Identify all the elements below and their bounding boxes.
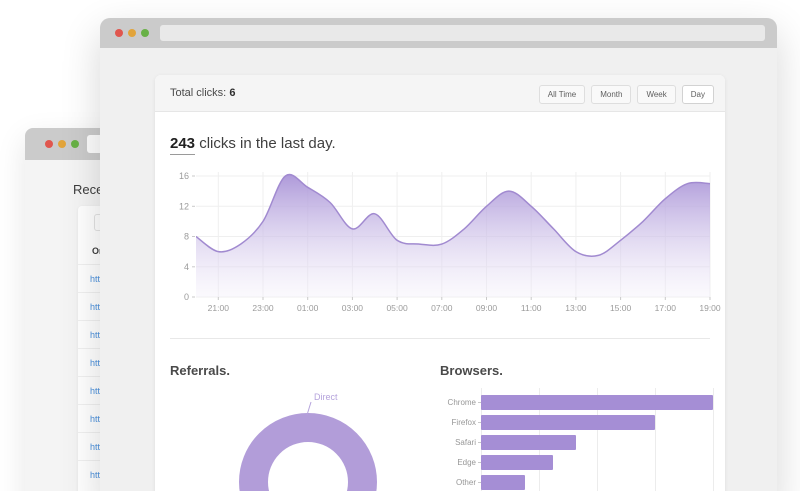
x-axis-label: 17:00 (655, 303, 677, 313)
y-axis-label: 8 (184, 232, 189, 242)
section-divider (170, 338, 710, 339)
clicks-area-series (196, 175, 710, 297)
total-clicks: Total clicks: 6 (170, 75, 235, 112)
bar-edge (481, 455, 553, 470)
browsers-title: Browsers. (440, 363, 503, 378)
clicks-count: 243 (170, 135, 195, 155)
minimize-button-icon[interactable] (128, 29, 136, 37)
zoom-button-icon[interactable] (71, 140, 79, 148)
card-header: Total clicks: 6 All Time Month Week Day (155, 75, 725, 112)
bar-row: Firefox (440, 415, 725, 430)
x-axis-label: 15:00 (610, 303, 632, 313)
bar-category-label: Other (440, 475, 476, 490)
front-browser-window: Total clicks: 6 All Time Month Week Day 243… (100, 18, 777, 491)
filter-button-month[interactable]: Month (591, 85, 631, 104)
bar-row: Safari (440, 435, 725, 450)
bar-category-label: Chrome (440, 395, 476, 410)
x-axis-label: 11:00 (521, 303, 542, 313)
bar-safari (481, 435, 576, 450)
y-axis-label: 12 (179, 201, 189, 211)
time-filter-group: All Time Month Week Day (533, 85, 714, 104)
close-button-icon[interactable] (115, 29, 123, 37)
referrals-title: Referrals. (170, 363, 230, 378)
bar-row: Chrome (440, 395, 725, 410)
y-axis-label: 4 (184, 262, 189, 272)
x-axis-label: 03:00 (342, 303, 364, 313)
donut-segment-label: Direct (314, 392, 338, 402)
bar-other (481, 475, 525, 490)
clicks-summary: 243 clicks in the last day. (170, 135, 336, 152)
y-axis-label: 0 (184, 292, 189, 302)
x-axis-label: 13:00 (565, 303, 587, 313)
close-button-icon[interactable] (45, 140, 53, 148)
bar-firefox (481, 415, 655, 430)
bar-category-label: Edge (440, 455, 476, 470)
bar-chrome (481, 395, 713, 410)
filter-button-week[interactable]: Week (637, 85, 675, 104)
clicks-summary-text: clicks in the last day. (195, 135, 336, 152)
x-axis-label: 19:00 (699, 303, 721, 313)
bar-row: Other (440, 475, 725, 490)
total-clicks-label: Total clicks: (170, 87, 226, 99)
donut-ring (254, 428, 363, 491)
filter-button-all-time[interactable]: All Time (539, 85, 585, 104)
zoom-button-icon[interactable] (141, 29, 149, 37)
x-axis-label: 01:00 (297, 303, 319, 313)
minimize-button-icon[interactable] (58, 140, 66, 148)
filter-button-day[interactable]: Day (682, 85, 714, 104)
x-axis-label: 07:00 (431, 303, 453, 313)
x-axis-label: 05:00 (386, 303, 408, 313)
front-url-bar[interactable] (160, 25, 765, 41)
bar-category-label: Firefox (440, 415, 476, 430)
front-window-titlebar (100, 18, 777, 48)
bar-row: Edge (440, 455, 725, 470)
page-background: Recent Search Original https:https:https… (0, 0, 800, 491)
browsers-bar-chart: Chrome Firefox Safari Edge Other (440, 388, 725, 491)
x-axis-label: 09:00 (476, 303, 498, 313)
total-clicks-value: 6 (229, 87, 235, 99)
y-axis-label: 16 (179, 171, 189, 181)
x-axis-label: 23:00 (252, 303, 274, 313)
x-axis-label: 21:00 (208, 303, 230, 313)
analytics-card: Total clicks: 6 All Time Month Week Day 243… (155, 75, 725, 491)
area-fill (196, 175, 710, 297)
bar-category-label: Safari (440, 435, 476, 450)
referrals-donut-chart: Direct (208, 382, 408, 491)
